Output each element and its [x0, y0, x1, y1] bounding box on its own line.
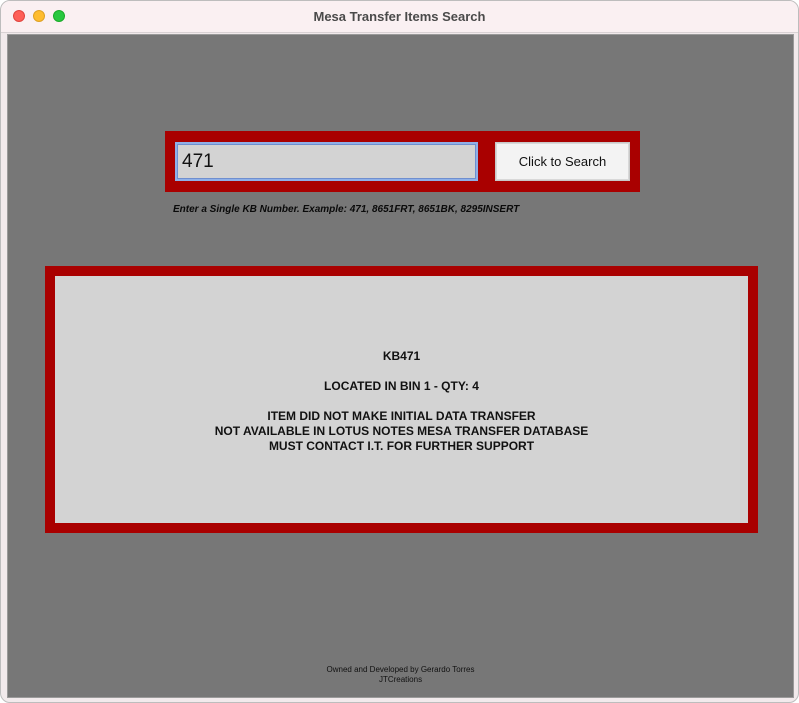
result-message-line-2: NOT AVAILABLE IN LOTUS NOTES MESA TRANSF…: [214, 424, 589, 438]
main-content: Click to Search Enter a Single KB Number…: [7, 34, 794, 698]
result-item-number: KB471: [382, 349, 421, 363]
search-button[interactable]: Click to Search: [495, 142, 630, 181]
footer-brand: JTCreations: [378, 675, 423, 684]
search-hint: Enter a Single KB Number. Example: 471, …: [173, 204, 520, 215]
result-location: LOCATED IN BIN 1 - QTY: 4: [324, 379, 479, 393]
result-frame: KB471 LOCATED IN BIN 1 - QTY: 4 ITEM DID…: [45, 266, 758, 533]
result-message-line-1: ITEM DID NOT MAKE INITIAL DATA TRANSFER: [267, 409, 536, 423]
footer: Owned and Developed by Gerardo Torres JT…: [8, 665, 793, 685]
result-panel: KB471 LOCATED IN BIN 1 - QTY: 4 ITEM DID…: [55, 276, 748, 523]
title-bar: Mesa Transfer Items Search: [1, 1, 798, 33]
result-message-line-3: MUST CONTACT I.T. FOR FURTHER SUPPORT: [268, 439, 535, 453]
kb-number-input[interactable]: [175, 142, 478, 181]
search-frame: Click to Search: [165, 131, 640, 192]
footer-credit: Owned and Developed by Gerardo Torres: [326, 665, 475, 674]
window-title: Mesa Transfer Items Search: [313, 9, 486, 24]
app-window: Mesa Transfer Items Search Click to Sear…: [0, 0, 799, 703]
